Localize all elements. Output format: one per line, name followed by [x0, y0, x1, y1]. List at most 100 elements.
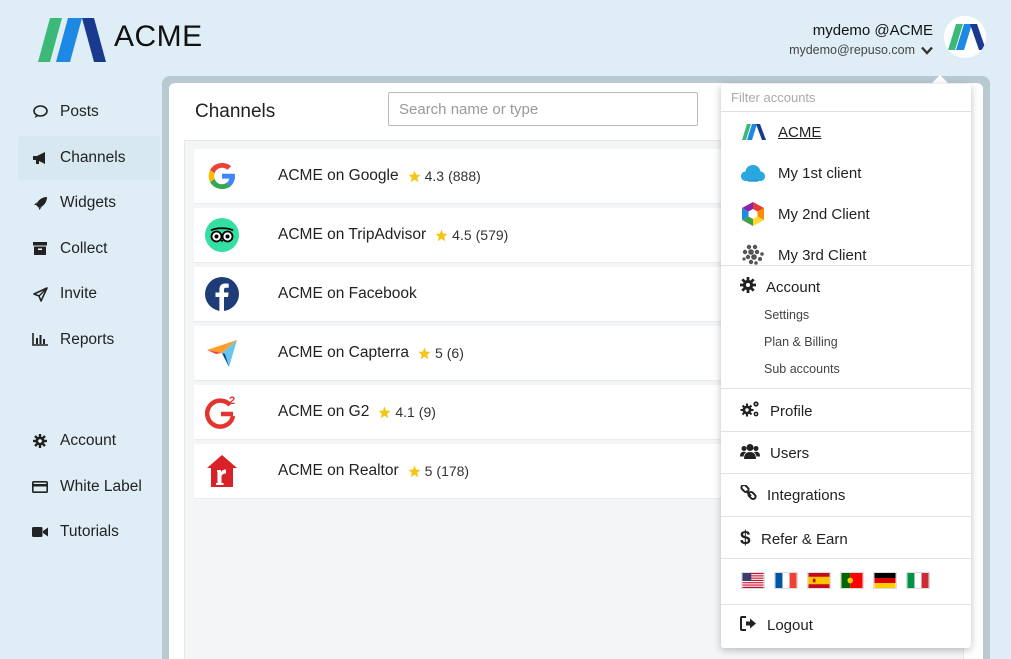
- sidebar-item-label: Tutorials: [60, 523, 119, 540]
- sidebar-item-reports[interactable]: Reports: [18, 318, 160, 362]
- channel-name: ACME on Capterra: [278, 344, 409, 361]
- sidebar-item-label: Widgets: [60, 194, 116, 211]
- divider: [721, 388, 971, 389]
- sidebar-item-invite[interactable]: Invite: [18, 272, 160, 316]
- account-menu-label: Account: [766, 278, 821, 296]
- user-email: mydemo@repuso.com: [789, 43, 915, 57]
- link-icon: [740, 483, 757, 506]
- cloud-icon: [740, 160, 766, 186]
- svg-text:2: 2: [229, 395, 235, 407]
- users-icon: [740, 443, 760, 463]
- account-item-2nd-client[interactable]: My 2nd Client: [740, 200, 870, 228]
- rating-count: (6): [446, 345, 464, 361]
- page-title: Channels: [195, 101, 276, 122]
- rating-value: 4.1: [395, 404, 415, 420]
- account-label: My 2nd Client: [778, 205, 870, 223]
- sidebar-item-tutorials[interactable]: Tutorials: [18, 510, 160, 554]
- capterra-icon: [204, 335, 240, 371]
- sidebar-item-label: Account: [60, 432, 117, 449]
- channel-name: ACME on Facebook: [278, 285, 417, 302]
- channel-name: ACME on G2: [278, 403, 370, 420]
- sidebar-item-account[interactable]: Account: [18, 419, 160, 463]
- sidebar-item-label: Reports: [60, 330, 115, 348]
- sidebar-item-widgets[interactable]: Widgets: [18, 181, 160, 225]
- sidebar-item-label: White Label: [60, 477, 142, 495]
- divider: [721, 473, 971, 474]
- bar-chart-icon: [32, 332, 48, 348]
- rating-value: 4.5: [452, 227, 472, 243]
- acme-logo-icon: [38, 18, 106, 62]
- channel-name: ACME on Google: [278, 167, 399, 184]
- search-input[interactable]: [388, 92, 698, 126]
- users-menu-item[interactable]: Users: [740, 443, 809, 463]
- rating-count: (579): [475, 227, 509, 243]
- refer-earn-menu-item[interactable]: $ Refer & Earn: [740, 528, 848, 550]
- account-item-acme[interactable]: ACME: [740, 118, 821, 146]
- rating-count: (9): [418, 404, 436, 420]
- settings-link[interactable]: Settings: [764, 308, 809, 322]
- portugal-flag-icon[interactable]: [840, 572, 864, 589]
- sub-accounts-link[interactable]: Sub accounts: [764, 362, 840, 376]
- rating-value: 5: [434, 345, 443, 361]
- channel-rating: 5 (6): [418, 345, 464, 361]
- avatar[interactable]: [944, 16, 986, 58]
- integrations-menu-item[interactable]: Integrations: [740, 483, 846, 506]
- channel-rating: 4.1 (9): [378, 404, 436, 420]
- star-icon: [435, 229, 448, 241]
- divider: [721, 431, 971, 432]
- brand-name: ACME: [114, 20, 203, 53]
- credit-card-icon: [32, 479, 48, 495]
- paper-plane-icon: [32, 286, 48, 302]
- sidebar-item-label: Channels: [60, 148, 126, 166]
- star-icon: [408, 170, 421, 182]
- chevron-down-icon[interactable]: [921, 46, 933, 55]
- refer-label: Refer & Earn: [761, 530, 848, 548]
- logout-icon: [740, 616, 757, 635]
- profile-label: Profile: [770, 402, 813, 420]
- logout-menu-item[interactable]: Logout: [740, 616, 813, 635]
- star-icon: [378, 406, 391, 418]
- video-camera-icon: [32, 524, 48, 540]
- integrations-label: Integrations: [767, 487, 846, 504]
- germany-flag-icon[interactable]: [873, 572, 897, 589]
- sidebar-item-label: Posts: [60, 103, 99, 120]
- france-flag-icon[interactable]: [774, 572, 798, 589]
- facebook-icon: [204, 276, 240, 312]
- megaphone-icon: [32, 150, 48, 166]
- sidebar-item-white-label[interactable]: White Label: [18, 465, 160, 509]
- rating-count: (888): [448, 168, 481, 184]
- sidebar-item-label: Collect: [60, 239, 108, 257]
- rating-count: (178): [436, 463, 470, 479]
- account-menu-item[interactable]: Account: [740, 277, 820, 297]
- account-label: ACME: [778, 123, 822, 141]
- g2-icon: 2: [204, 394, 240, 430]
- account-item-1st-client[interactable]: My 1st client: [740, 159, 861, 187]
- divider: [721, 516, 971, 517]
- logout-label: Logout: [767, 617, 813, 634]
- user-menu[interactable]: mydemo @ACME mydemo@repuso.com: [789, 22, 933, 57]
- sidebar-item-posts[interactable]: Posts: [18, 90, 160, 134]
- italy-flag-icon[interactable]: [906, 572, 930, 589]
- comment-icon: [32, 104, 48, 120]
- sidebar-item-collect[interactable]: Collect: [18, 227, 160, 271]
- sidebar-item-label: Invite: [60, 285, 98, 302]
- divider: [721, 265, 971, 266]
- profile-menu-item[interactable]: Profile: [740, 400, 813, 422]
- sidebar: Posts Channels Widgets Collect Invite Re…: [18, 90, 160, 556]
- channel-name: ACME on Realtor: [278, 462, 399, 479]
- acme-logo-icon: [944, 16, 986, 58]
- user-name: mydemo @ACME: [812, 22, 933, 39]
- sidebar-item-channels[interactable]: Channels: [18, 135, 160, 180]
- divider: [721, 558, 971, 559]
- users-label: Users: [770, 444, 810, 462]
- channel-rating: 4.3 (888): [408, 168, 481, 184]
- rocket-icon: [32, 195, 48, 211]
- spain-flag-icon[interactable]: [807, 572, 831, 589]
- star-icon: [408, 465, 421, 477]
- tripadvisor-icon: [204, 217, 240, 253]
- filter-accounts-input[interactable]: [721, 84, 971, 112]
- dollar-icon: $: [740, 528, 751, 549]
- plan-billing-link[interactable]: Plan & Billing: [764, 335, 838, 349]
- archive-box-icon: [32, 241, 48, 257]
- us-flag-icon[interactable]: [741, 572, 765, 589]
